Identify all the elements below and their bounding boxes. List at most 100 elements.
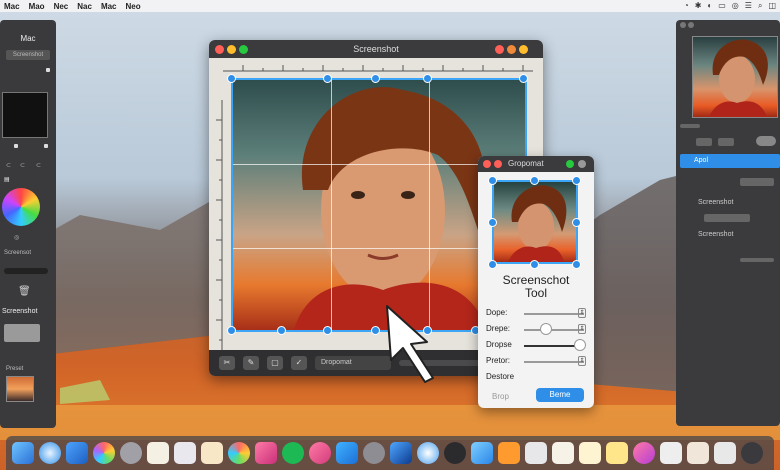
title-bar[interactable]: Screenshot bbox=[209, 40, 543, 58]
crop-handle[interactable] bbox=[488, 176, 497, 185]
search-icon[interactable]: ⌕ bbox=[758, 1, 762, 11]
option-pill[interactable] bbox=[704, 214, 750, 222]
notification-icon[interactable]: ◫ bbox=[768, 1, 776, 11]
slider-knob[interactable] bbox=[574, 339, 586, 351]
app-icon[interactable] bbox=[714, 442, 736, 464]
option-box[interactable] bbox=[4, 324, 40, 342]
resize-handle[interactable] bbox=[14, 144, 18, 148]
textedit-icon[interactable] bbox=[552, 442, 574, 464]
name-field[interactable]: Screenshot bbox=[6, 50, 50, 60]
trash-icon[interactable]: 🗑 bbox=[18, 286, 31, 297]
window-control[interactable] bbox=[680, 22, 686, 28]
contacts-icon[interactable] bbox=[120, 442, 142, 464]
photos-icon[interactable] bbox=[93, 442, 115, 464]
mail-icon[interactable] bbox=[66, 442, 88, 464]
menu-item[interactable]: Mao bbox=[29, 2, 45, 11]
check-icon[interactable]: ✓ bbox=[291, 356, 307, 370]
books-icon[interactable] bbox=[498, 442, 520, 464]
format-field[interactable]: Dropomat bbox=[315, 356, 391, 370]
crop-handle[interactable] bbox=[572, 218, 581, 227]
crop-handle[interactable] bbox=[488, 260, 497, 269]
stepper[interactable]: ⇕ bbox=[578, 308, 586, 318]
layer-row[interactable]: Screenshot bbox=[684, 228, 780, 242]
battery-icon[interactable]: ▭ bbox=[718, 1, 726, 11]
itunes-icon[interactable] bbox=[309, 442, 331, 464]
photos-color-icon[interactable] bbox=[228, 442, 250, 464]
stepper[interactable]: ⇕ bbox=[578, 324, 586, 334]
crop-handle[interactable] bbox=[488, 218, 497, 227]
menu-item[interactable]: Nec bbox=[54, 2, 69, 11]
crop-handle[interactable] bbox=[227, 74, 236, 83]
music-icon[interactable] bbox=[255, 442, 277, 464]
resize-handle[interactable] bbox=[44, 144, 48, 148]
app-icon[interactable] bbox=[660, 442, 682, 464]
layer-preview-image[interactable] bbox=[692, 36, 778, 118]
window-control[interactable] bbox=[688, 22, 694, 28]
appstore-icon[interactable] bbox=[336, 442, 358, 464]
crop-handle[interactable] bbox=[519, 74, 528, 83]
crop-handle[interactable] bbox=[530, 260, 539, 269]
crop-handle[interactable] bbox=[423, 74, 432, 83]
apple-menu[interactable]: Mac bbox=[4, 2, 20, 11]
preset-thumbnail[interactable] bbox=[6, 376, 34, 402]
crop-handle[interactable] bbox=[572, 176, 581, 185]
music-2-icon[interactable] bbox=[633, 442, 655, 464]
wifi-icon[interactable]: ◔ bbox=[684, 1, 689, 11]
user-icon[interactable]: ◎ bbox=[732, 1, 739, 11]
menu-item[interactable]: Mac bbox=[101, 2, 117, 11]
crop-handle[interactable] bbox=[323, 74, 332, 83]
option-icon[interactable]: ⊂ bbox=[20, 162, 25, 169]
crop-handle[interactable] bbox=[371, 74, 380, 83]
zoom-button[interactable] bbox=[566, 160, 574, 168]
color-wheel[interactable] bbox=[2, 188, 40, 226]
option-icon[interactable]: ◎ bbox=[14, 234, 19, 241]
xcode-icon[interactable] bbox=[390, 442, 412, 464]
safari-icon[interactable] bbox=[39, 442, 61, 464]
layer-row-selected[interactable]: Apol bbox=[680, 154, 780, 168]
resize-handle[interactable] bbox=[46, 68, 50, 72]
window-control[interactable] bbox=[519, 45, 528, 54]
bluetooth-icon[interactable]: ✱ bbox=[695, 1, 702, 11]
crop-handle[interactable] bbox=[572, 260, 581, 269]
slider-track[interactable] bbox=[4, 268, 48, 274]
crop-handle[interactable] bbox=[227, 326, 236, 335]
crop-icon[interactable]: ✂ bbox=[219, 356, 235, 370]
option-slider[interactable] bbox=[524, 361, 584, 363]
ok-button[interactable]: Beme bbox=[536, 388, 584, 402]
tool-preview-image[interactable] bbox=[492, 180, 578, 264]
layer-row[interactable]: Screenshot bbox=[684, 196, 780, 210]
calendar-icon[interactable] bbox=[201, 442, 223, 464]
sound-icon[interactable]: ◐ bbox=[707, 1, 712, 11]
safari-compass-icon[interactable] bbox=[417, 442, 439, 464]
toggle[interactable] bbox=[756, 136, 776, 146]
menu-item[interactable]: Nac bbox=[77, 2, 92, 11]
stepper[interactable]: ⇕ bbox=[578, 356, 586, 366]
close-button[interactable] bbox=[483, 160, 491, 168]
notes-icon[interactable] bbox=[606, 442, 628, 464]
files-icon[interactable] bbox=[525, 442, 547, 464]
app-icon[interactable] bbox=[687, 442, 709, 464]
tool-title-bar[interactable]: Gropomat bbox=[478, 156, 594, 172]
screenshot-icon[interactable] bbox=[444, 442, 466, 464]
option-pill[interactable] bbox=[696, 138, 712, 146]
minimize-button[interactable] bbox=[494, 160, 502, 168]
preview-icon[interactable] bbox=[579, 442, 601, 464]
finder-icon[interactable] bbox=[12, 442, 34, 464]
crop-handle[interactable] bbox=[530, 176, 539, 185]
frame-icon[interactable]: ▢ bbox=[267, 356, 283, 370]
option-slider[interactable] bbox=[524, 313, 584, 315]
crop-handle[interactable] bbox=[323, 326, 332, 335]
cancel-button[interactable]: Brop bbox=[492, 392, 509, 401]
trash-icon[interactable] bbox=[741, 442, 763, 464]
window-control[interactable] bbox=[507, 45, 516, 54]
crop-handle[interactable] bbox=[277, 326, 286, 335]
spotify-icon[interactable] bbox=[282, 442, 304, 464]
option-slider[interactable] bbox=[524, 329, 584, 331]
option-icon[interactable]: ⊂ bbox=[6, 162, 11, 169]
slider-knob[interactable] bbox=[540, 323, 552, 335]
option-icon[interactable]: ⊂ bbox=[36, 162, 41, 169]
iterm-icon[interactable] bbox=[471, 442, 493, 464]
menu-item[interactable]: Neo bbox=[126, 2, 141, 11]
notes-icon[interactable] bbox=[147, 442, 169, 464]
settings-icon[interactable] bbox=[363, 442, 385, 464]
